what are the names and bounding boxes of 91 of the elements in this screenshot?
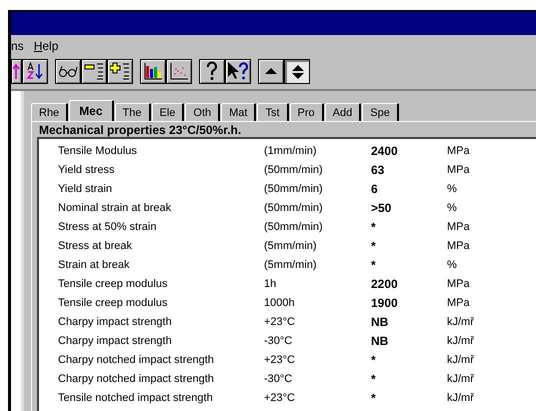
unit: MPa [447,144,470,156]
sort-up-button[interactable] [11,58,22,84]
test-condition: +23°C [264,354,296,366]
test-condition: (50mm/min) [264,202,324,214]
unit: % [447,258,457,270]
tab[interactable]: Mec [69,100,114,121]
unit: kJ/mř [447,372,474,384]
property-value: 63 [371,162,386,176]
test-condition: +23°C [264,392,296,404]
tab[interactable]: Ele [152,103,184,121]
triangle-up-icon [264,66,278,76]
unit: kJ/mř [447,334,474,346]
tab[interactable]: Add [324,103,362,121]
unit: % [447,182,457,194]
property-value: * [371,220,377,234]
unit: kJ/mř [447,392,474,404]
property-name: Tensile creep modulus [57,278,168,290]
property-name: Stress at 50% strain [57,220,158,232]
test-condition: 1h [264,278,278,290]
tab[interactable]: Pro [290,103,324,121]
up-button[interactable] [258,58,284,84]
property-name: Charpy notched impact strength [57,354,215,366]
test-condition: -30°C [264,372,294,384]
unit: MPa [447,278,470,290]
unit: MPa [447,296,470,308]
unit: MPa [447,164,470,176]
help-icon [205,61,219,81]
property-name: Stress at break [57,240,133,252]
property-value: * [371,258,377,272]
glasses-icon [58,64,78,78]
unit: kJ/mř [447,316,474,328]
property-value: >50 [371,200,392,214]
test-condition: (1mm/min) [264,144,318,156]
scatter-button[interactable] [166,58,192,84]
list-plus-icon [110,62,130,80]
property-name: Nominal strain at break [57,202,172,214]
test-condition: 1000h [264,296,296,308]
test-condition: +23°C [264,316,296,328]
scatter-chart-icon [170,62,188,80]
property-value: 6 [371,182,379,196]
property-value: * [371,238,377,252]
test-condition: -30°C [264,334,294,346]
property-name: Tensile notched impact strength [57,392,214,404]
section-title: Mechanical properties 23°C/50%r.h. [38,122,242,137]
property-name: Charpy impact strength [57,334,173,346]
list-plus-button[interactable] [107,58,133,84]
up-down-icon [291,64,305,80]
unit: MPa [447,220,470,232]
help-button[interactable] [199,58,225,84]
test-condition: (50mm/min) [264,182,324,194]
tab[interactable]: Oth [185,103,220,121]
tab[interactable]: Spe [362,103,399,121]
property-value: 2200 [371,276,399,290]
test-condition: (50mm/min) [264,164,324,176]
arrow-up-icon [12,62,20,80]
menu-item[interactable]: ns [11,39,24,53]
property-value: * [371,390,377,404]
tab[interactable]: Tst [257,103,289,121]
list-minus-button[interactable] [81,58,107,84]
unit: kJ/mř [447,354,474,366]
glasses-button[interactable] [55,58,81,84]
test-condition: (5mm/min) [264,240,318,252]
unit: % [447,202,457,214]
sort-icon [26,62,44,80]
property-name: Tensile Modulus [57,144,138,156]
property-value: * [371,372,377,386]
property-value: NB [371,314,390,328]
tab[interactable]: Rhe [31,103,68,121]
property-value: NB [371,334,390,348]
property-name: Charpy impact strength [57,316,173,328]
tab[interactable]: The [114,103,150,121]
property-value: 1900 [371,296,399,310]
list-minus-icon [84,62,104,80]
test-condition: (50mm/min) [264,220,324,232]
property-value: 2400 [371,144,399,158]
bar-chart-button[interactable] [140,58,166,84]
menu-item[interactable]: Help [34,39,58,53]
sort-az-button[interactable] [22,58,48,84]
property-name: Tensile creep modulus [57,296,168,308]
test-condition: (5mm/min) [264,258,318,270]
property-name: Yield stress [57,164,116,176]
tab[interactable]: Mat [221,103,256,121]
property-name: Strain at break [57,258,131,270]
property-name: Yield strain [57,182,114,194]
bar-chart-icon [144,62,162,80]
property-name: Charpy notched impact strength [57,372,215,384]
pointer-help-icon [227,61,249,81]
unit: MPa [447,240,470,252]
up-down-button[interactable] [284,58,310,84]
property-value: * [371,352,377,366]
pointer-help-button[interactable] [225,58,251,84]
